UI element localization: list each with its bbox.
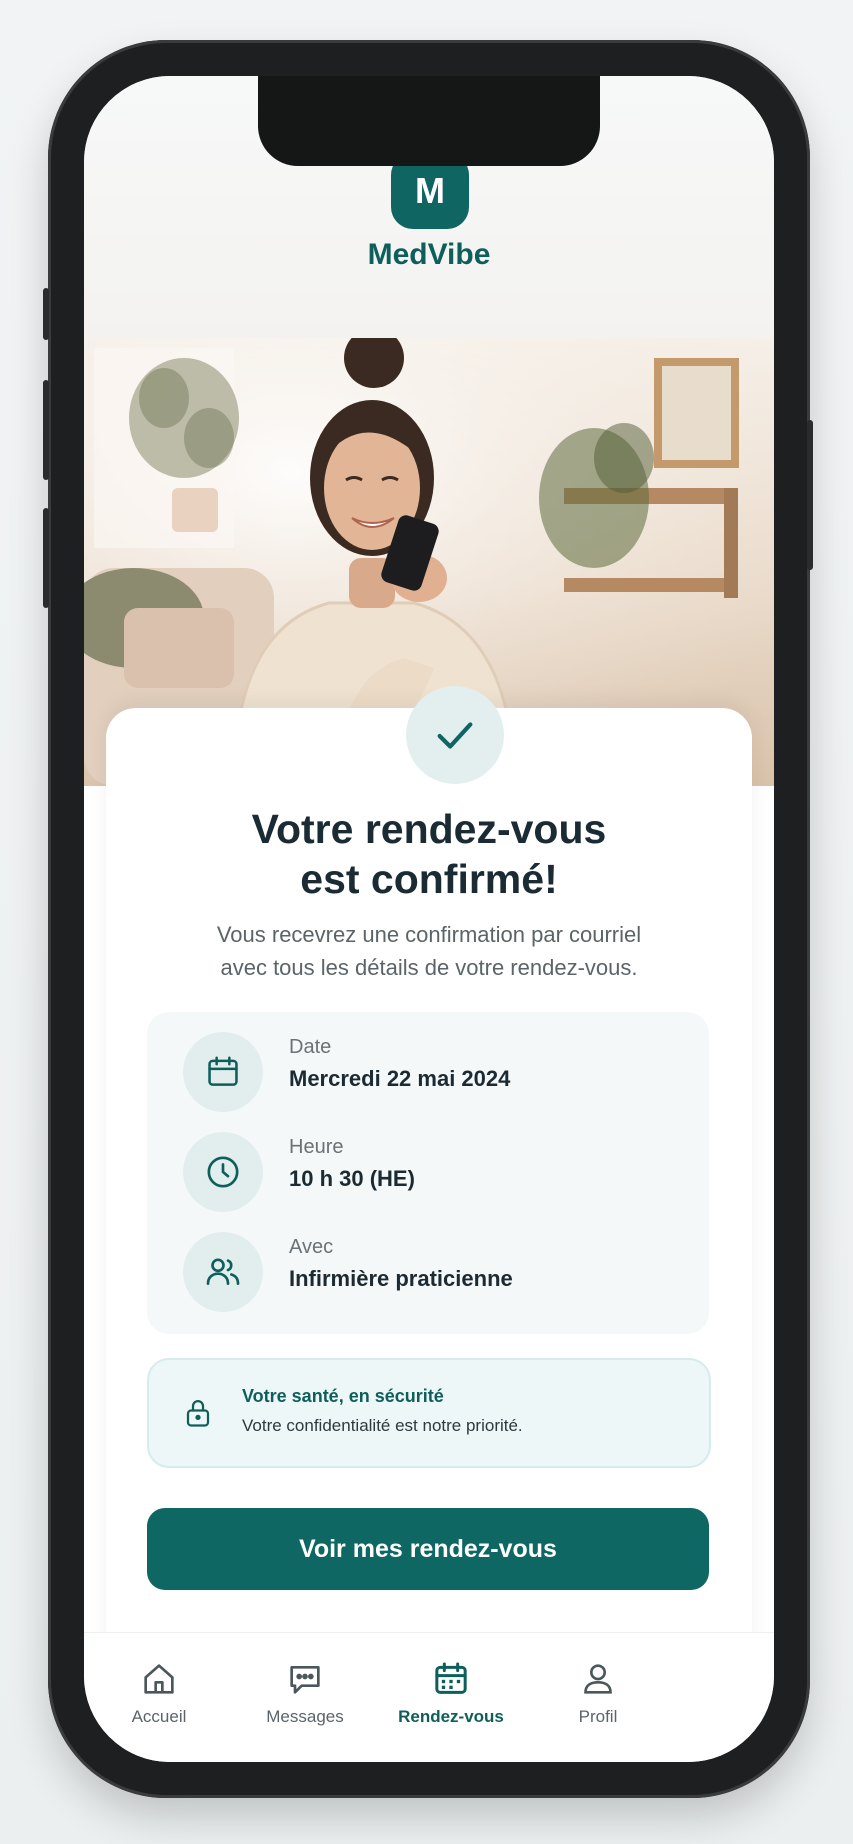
view-appointments-button[interactable]: Voir mes rendez-vous [147, 1508, 709, 1590]
detail-label: Heure [289, 1136, 344, 1158]
user-icon [584, 1664, 612, 1694]
detail-row-date: Date Mercredi 22 mai 2024 [147, 1026, 709, 1116]
home-icon [144, 1664, 174, 1694]
calendar-icon [435, 1662, 467, 1694]
security-title: Votre santé, en sécurité [242, 1386, 444, 1406]
detail-value: Mercredi 22 mai 2024 [289, 1066, 511, 1091]
detail-row-provider: Avec Infirmière praticienne [147, 1226, 709, 1316]
phone-frame: M MedVibe Votre rendez-vous est confirmé… [43, 40, 813, 1798]
tab-accueil[interactable]: Accueil [84, 1633, 234, 1743]
subtitle-line-2: avec tous les détails de votre rendez-vo… [220, 955, 638, 980]
detail-value: Infirmière praticienne [289, 1266, 513, 1291]
volume-down-button [43, 508, 49, 608]
tab-label: Messages [266, 1707, 344, 1726]
lock-icon [186, 1400, 210, 1427]
chat-icon [290, 1666, 320, 1694]
tab-profil[interactable]: Profil [523, 1633, 673, 1743]
tab-label: Profil [578, 1707, 618, 1726]
screen: M MedVibe Votre rendez-vous est confirmé… [84, 76, 774, 1762]
confirmation-subtitle: Vous recevrez une confirmation par courr… [84, 918, 774, 984]
users-icon [183, 1232, 263, 1312]
volume-up-button [43, 380, 49, 480]
tab-label: Accueil [131, 1707, 187, 1726]
detail-row-time: Heure 10 h 30 (HE) [147, 1126, 709, 1216]
security-text: Votre confidentialité est notre priorité… [242, 1416, 523, 1435]
security-notice: Votre santé, en sécurité Votre confident… [147, 1358, 711, 1468]
power-button [807, 420, 813, 570]
subtitle-line-1: Vous recevrez une confirmation par courr… [216, 922, 642, 947]
detail-label: Date [289, 1036, 332, 1058]
brand-name: MedVibe [367, 238, 491, 271]
check-icon [437, 722, 473, 749]
tab-label: Rendez-vous [398, 1707, 504, 1726]
mute-switch [43, 288, 49, 340]
title-line-2: est confirmé! [300, 856, 558, 902]
detail-label: Avec [289, 1236, 334, 1258]
clock-icon [183, 1132, 263, 1212]
appointment-details: Date Mercredi 22 mai 2024 Heure 10 h 30 … [147, 1012, 709, 1334]
calendar-icon [183, 1032, 263, 1112]
logo-letter: M [415, 170, 445, 211]
notch [258, 76, 600, 166]
tab-messages[interactable]: Messages [230, 1633, 380, 1743]
tab-rendez-vous[interactable]: Rendez-vous [376, 1633, 526, 1743]
detail-value: 10 h 30 (HE) [289, 1166, 415, 1191]
confirmation-title: Votre rendez-vous est confirmé! [84, 804, 774, 904]
success-badge [406, 686, 504, 784]
title-line-1: Votre rendez-vous [251, 806, 607, 852]
bottom-tab-bar: Accueil Messages Rendez-vous Profil [84, 1632, 774, 1762]
